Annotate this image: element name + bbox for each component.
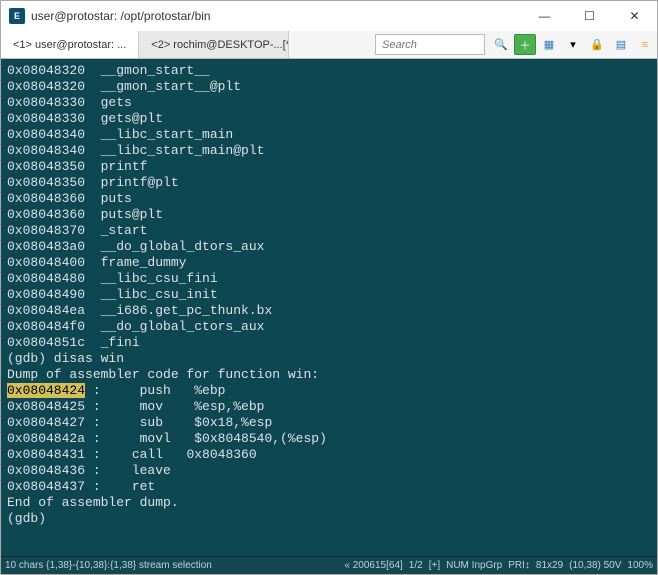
- status-plus: [+]: [429, 560, 440, 571]
- titlebar: E user@protostar: /opt/protostar/bin — ☐…: [1, 1, 657, 31]
- maximize-button[interactable]: ☐: [567, 1, 612, 31]
- terminal[interactable]: 0x08048320 __gmon_start__ 0x08048320 __g…: [1, 59, 657, 556]
- status-position: 1/2: [409, 560, 423, 571]
- status-size: 81x29: [536, 560, 563, 571]
- statusbar: 10 chars {1,38}-{10,38}:{1,38} stream se…: [1, 556, 657, 574]
- dropdown-icon[interactable]: ▾: [562, 34, 584, 55]
- app-icon: E: [9, 8, 25, 24]
- status-zoom: 100%: [627, 560, 653, 571]
- search-input[interactable]: [375, 34, 485, 55]
- panel-icon[interactable]: ▤: [610, 34, 632, 55]
- status-pri: PRI↕: [508, 560, 530, 571]
- status-coord: (10,38) 50V: [569, 560, 621, 571]
- menu-icon[interactable]: ≡: [634, 34, 656, 55]
- toolbar: <1> user@protostar: ... <2> rochim@DESKT…: [1, 31, 657, 59]
- tab-2[interactable]: <2> rochim@DESKTOP-...[*]: [139, 31, 289, 58]
- window-title: user@protostar: /opt/protostar/bin: [31, 9, 522, 23]
- minimize-button[interactable]: —: [522, 1, 567, 31]
- lock-icon[interactable]: 🔒: [586, 34, 608, 55]
- status-chars: 10 chars {1,38}-{10,38}:{1,38} stream se…: [5, 560, 212, 571]
- close-button[interactable]: ✕: [612, 1, 657, 31]
- add-button[interactable]: ＋: [514, 34, 536, 55]
- layout-icon[interactable]: ▦: [538, 34, 560, 55]
- search-icon[interactable]: 🔍: [490, 34, 512, 55]
- status-encoding: « 200615[64]: [344, 560, 402, 571]
- tab-1[interactable]: <1> user@protostar: ...: [1, 31, 139, 58]
- status-mode: NUM InpGrp: [446, 560, 502, 571]
